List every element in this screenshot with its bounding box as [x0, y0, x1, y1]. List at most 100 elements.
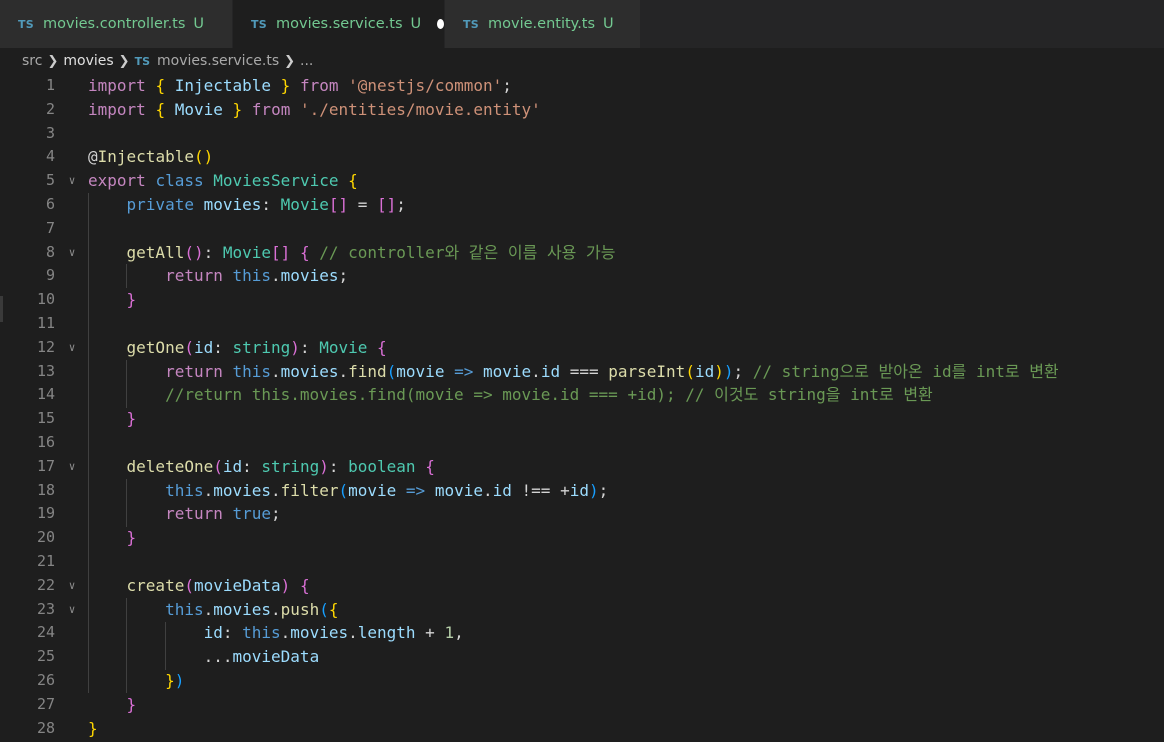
- code-token: +: [415, 623, 445, 643]
- code-line[interactable]: 18 this.movies.filter(movie => movie.id …: [0, 479, 1164, 503]
- code-line[interactable]: 5 ∨ export class MoviesService {: [0, 169, 1164, 193]
- unsaved-dot-icon[interactable]: [437, 19, 444, 29]
- code-token: ): [174, 670, 185, 690]
- code-token: Movie: [319, 337, 368, 357]
- line-number: 7: [45, 218, 55, 237]
- code-token: }: [280, 76, 291, 95]
- breadcrumb-item-movies[interactable]: movies: [63, 53, 113, 69]
- code-line[interactable]: 28}: [0, 717, 1164, 741]
- code-line[interactable]: 12 ∨ getOne(id: string): Movie {: [0, 336, 1164, 360]
- breadcrumb-item-more[interactable]: ...: [300, 53, 313, 69]
- code-token: @: [88, 147, 98, 167]
- code-line[interactable]: 11: [0, 312, 1164, 336]
- code-token: '@nestjs/common': [348, 76, 503, 95]
- code-line[interactable]: 15 }: [0, 407, 1164, 431]
- fold-chevron-icon[interactable]: ∨: [64, 455, 80, 479]
- fold-chevron-icon[interactable]: ∨: [64, 241, 80, 265]
- code-editor[interactable]: 1 import { Injectable } from '@nestjs/com…: [0, 74, 1164, 740]
- fold-chevron-icon[interactable]: ∨: [64, 598, 80, 622]
- code-line[interactable]: 3: [0, 122, 1164, 146]
- code-line[interactable]: 8 ∨ getAll(): Movie[] { // controller와 같은…: [0, 241, 1164, 265]
- code-token: {: [299, 242, 310, 262]
- code-line[interactable]: 14 //return this.movies.find(movie => mo…: [0, 383, 1164, 407]
- code-line[interactable]: 2 import { Movie } from './entities/movie…: [0, 98, 1164, 122]
- code-line[interactable]: 13 return this.movies.find(movie => movi…: [0, 360, 1164, 384]
- code-token: []: [328, 194, 349, 214]
- line-number: 6: [45, 194, 55, 213]
- code-line[interactable]: 16: [0, 431, 1164, 455]
- fold-chevron-icon[interactable]: ∨: [64, 336, 80, 360]
- code-token: id: [540, 361, 561, 381]
- tab-movies-service[interactable]: TS movies.service.ts U: [233, 0, 445, 48]
- code-token: ,: [454, 623, 464, 643]
- code-line[interactable]: 23 ∨ this.movies.push({: [0, 598, 1164, 622]
- untracked-badge: U: [603, 16, 614, 32]
- code-line[interactable]: 4 @Injectable(): [0, 145, 1164, 169]
- code-line[interactable]: 20 }: [0, 526, 1164, 550]
- code-token: =>: [454, 361, 474, 381]
- tab-movies-controller[interactable]: TS movies.controller.ts U: [0, 0, 233, 48]
- line-number: 8: [45, 242, 55, 261]
- code-line[interactable]: 6 private movies: Movie[] = [];: [0, 193, 1164, 217]
- code-token: :: [213, 337, 233, 357]
- code-line[interactable]: 21: [0, 550, 1164, 574]
- breadcrumb-item-file[interactable]: movies.service.ts: [157, 53, 279, 69]
- code-token: (): [184, 242, 204, 262]
- code-line[interactable]: 22 ∨ create(movieData) {: [0, 574, 1164, 598]
- line-number: 9: [45, 266, 55, 285]
- breadcrumb-item-src[interactable]: src: [22, 53, 42, 69]
- code-text: @Injectable(): [88, 145, 213, 169]
- code-line[interactable]: 7: [0, 217, 1164, 241]
- code-token: ): [714, 361, 724, 381]
- code-token: return: [165, 266, 223, 286]
- code-token: movie: [483, 361, 532, 381]
- code-token: Injectable: [165, 76, 281, 95]
- untracked-badge: U: [410, 16, 422, 32]
- code-token: (: [184, 575, 194, 595]
- code-line[interactable]: 25 ...movieData: [0, 645, 1164, 669]
- code-token: id: [203, 623, 223, 643]
- code-token: movies: [280, 361, 339, 381]
- code-token: movies: [203, 194, 262, 214]
- code-token: id: [492, 480, 512, 500]
- code-token: (: [319, 599, 329, 619]
- code-line[interactable]: 10 }: [0, 288, 1164, 312]
- line-number: 28: [36, 718, 55, 737]
- untracked-badge: U: [193, 16, 205, 32]
- code-line[interactable]: 17 ∨ deleteOne(id: string): boolean {: [0, 455, 1164, 479]
- code-token: boolean: [348, 456, 416, 476]
- code-token: }: [126, 694, 137, 714]
- code-text: ...movieData: [88, 645, 320, 669]
- code-token: parseInt: [608, 361, 686, 381]
- code-token: .: [271, 266, 281, 286]
- code-line[interactable]: 19 return true;: [0, 502, 1164, 526]
- code-token: {: [299, 575, 310, 595]
- fold-chevron-icon[interactable]: ∨: [64, 169, 80, 193]
- code-line[interactable]: 9 return this.movies;: [0, 264, 1164, 288]
- code-line[interactable]: 26 }): [0, 669, 1164, 693]
- fold-chevron-icon[interactable]: ∨: [64, 574, 80, 598]
- tab-label: movie.entity.ts: [488, 16, 596, 32]
- line-number: 26: [36, 670, 55, 689]
- code-line[interactable]: 27 }: [0, 693, 1164, 717]
- code-text: return this.movies;: [88, 264, 348, 288]
- tab-movie-entity[interactable]: TS movie.entity.ts U: [445, 0, 641, 48]
- code-line[interactable]: 24 id: this.movies.length + 1,: [0, 621, 1164, 645]
- code-text: return true;: [88, 502, 281, 526]
- code-token: ;: [502, 76, 512, 95]
- code-line[interactable]: 1 import { Injectable } from '@nestjs/com…: [0, 74, 1164, 98]
